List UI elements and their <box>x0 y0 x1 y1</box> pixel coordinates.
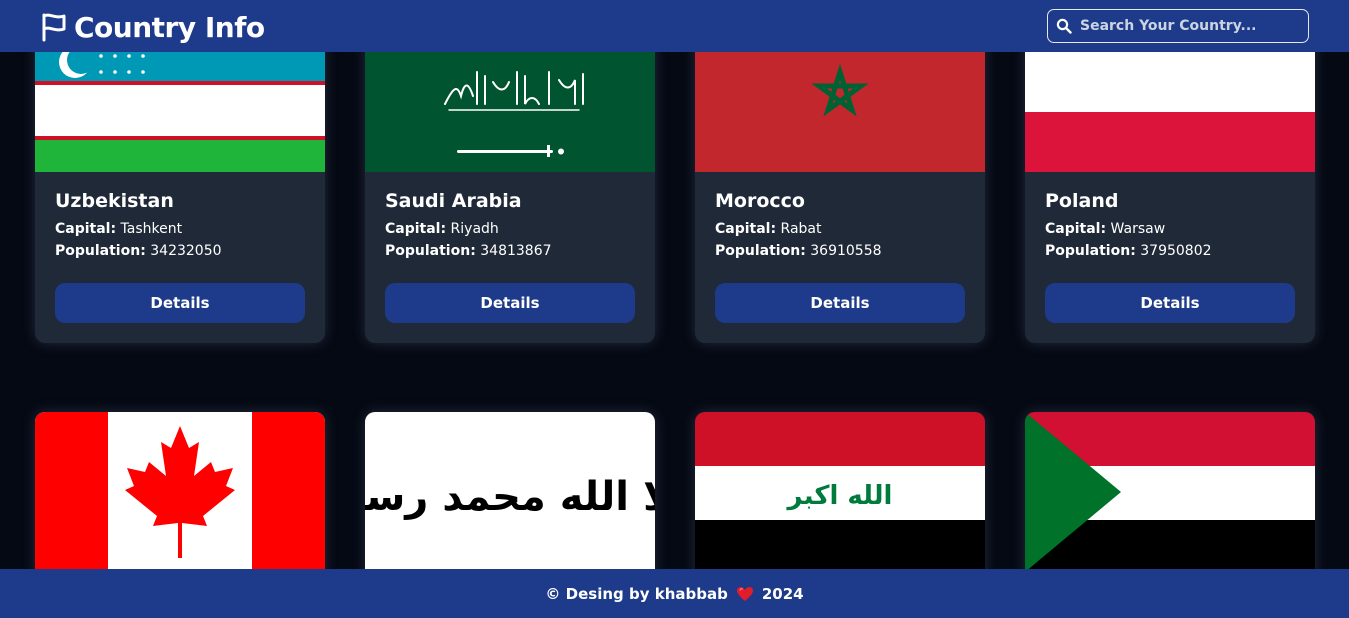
card-body: Uzbekistan Capital: Tashkent Population:… <box>35 172 325 343</box>
search-input[interactable] <box>1080 18 1300 34</box>
country-name: Saudi Arabia <box>385 190 522 212</box>
country-card: لا إله إلا الله محمد رسول الله <box>365 412 655 592</box>
capital-line: Capital: Riyadh <box>385 221 635 237</box>
population-value: 37950802 <box>1140 243 1212 259</box>
card-body: Morocco Capital: Rabat Population: 36910… <box>695 172 985 343</box>
details-button[interactable]: Details <box>55 283 305 323</box>
heart-icon <box>736 586 753 601</box>
capital-label: Capital: <box>55 221 117 237</box>
card-body: Saudi Arabia Capital: Riyadh Population:… <box>365 172 655 343</box>
capital-line: Capital: Rabat <box>715 221 965 237</box>
search-icon <box>1056 18 1072 34</box>
population-value: 34232050 <box>150 243 222 259</box>
navbar: Country Info <box>0 0 1349 52</box>
capital-line: Capital: Tashkent <box>55 221 305 237</box>
population-value: 36910558 <box>810 243 882 259</box>
details-button[interactable]: Details <box>715 283 965 323</box>
population-label: Population: <box>55 243 146 259</box>
search-box[interactable] <box>1047 9 1309 43</box>
population-label: Population: <box>715 243 806 259</box>
country-name: Morocco <box>715 190 805 212</box>
iraq-flag[interactable]: الله اكبر <box>695 412 985 592</box>
capital-label: Capital: <box>715 221 777 237</box>
footer: © Desing by khabbab 2024 <box>0 569 1349 618</box>
brand[interactable]: Country Info <box>40 8 265 46</box>
population-label: Population: <box>385 243 476 259</box>
capital-value: Warsaw <box>1110 221 1166 237</box>
canada-flag[interactable] <box>35 412 325 592</box>
capital-label: Capital: <box>1045 221 1107 237</box>
flag-inscription: لا إله إلا الله محمد رسول الله <box>365 474 655 520</box>
capital-value: Rabat <box>780 221 822 237</box>
capital-value: Riyadh <box>450 221 499 237</box>
population-value: 34813867 <box>480 243 552 259</box>
flag-icon <box>42 13 66 42</box>
population-line: Population: 36910558 <box>715 243 965 259</box>
card-body: Poland Capital: Warsaw Population: 37950… <box>1025 172 1315 343</box>
country-card <box>1025 412 1315 592</box>
population-label: Population: <box>1045 243 1136 259</box>
capital-line: Capital: Warsaw <box>1045 221 1295 237</box>
population-line: Population: 34813867 <box>385 243 635 259</box>
footer-credit: © Desing by khabbab <box>545 584 728 603</box>
population-line: Population: 37950802 <box>1045 243 1295 259</box>
country-name: Poland <box>1045 190 1119 212</box>
sudan-flag[interactable] <box>1025 412 1315 592</box>
footer-year: 2024 <box>761 584 804 603</box>
flag-inscription: الله اكبر <box>786 481 893 511</box>
country-card <box>35 412 325 592</box>
population-line: Population: 34232050 <box>55 243 305 259</box>
country-name: Uzbekistan <box>55 190 174 212</box>
details-button[interactable]: Details <box>385 283 635 323</box>
app-title: Country Info <box>74 10 265 44</box>
capital-value: Tashkent <box>120 221 183 237</box>
details-button[interactable]: Details <box>1045 283 1295 323</box>
capital-label: Capital: <box>385 221 447 237</box>
afghanistan-flag[interactable]: لا إله إلا الله محمد رسول الله <box>365 412 655 592</box>
country-card: الله اكبر <box>695 412 985 592</box>
